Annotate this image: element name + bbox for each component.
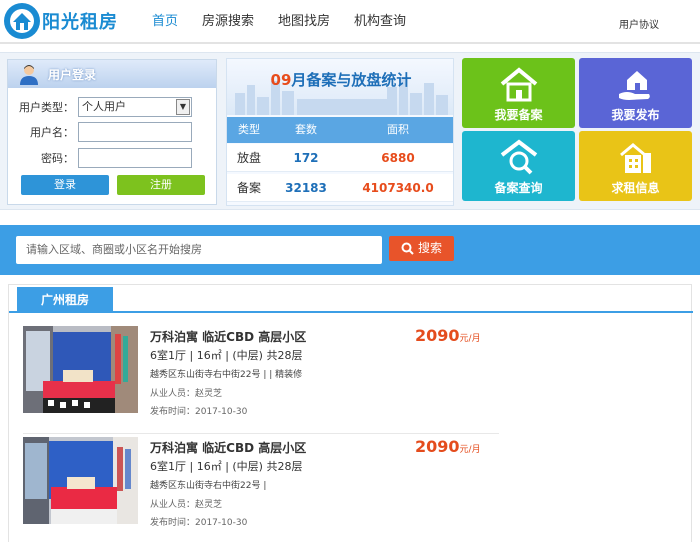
user-type-value: 个人用户 bbox=[82, 100, 126, 113]
city-tab-bar: 广州租房 bbox=[9, 285, 693, 313]
login-header: 用户登录 bbox=[8, 60, 216, 88]
listing-item[interactable]: 万科泊寓 临近CBD 高层小区 6室1厅 | 16㎡ | (中层) 共28层 越… bbox=[23, 437, 499, 542]
statistics-title: 09月备案与放盘统计 bbox=[227, 69, 453, 90]
header-count: 套数 bbox=[295, 123, 317, 136]
price-unit: 元/月 bbox=[459, 334, 481, 344]
buildings-icon bbox=[619, 143, 651, 173]
listings-section: 广州租房 万科泊寓 临近CBD 高层小区 6室1厅 | 16㎡ | (中层) 共… bbox=[8, 284, 693, 542]
listing-address: 越秀区东山街寺右中街22号 | | 精装修 bbox=[150, 370, 303, 380]
price-unit: 元/月 bbox=[459, 445, 481, 455]
search-bar: 请输入区域、商圈或小区名开始搜房 搜索 bbox=[0, 225, 700, 275]
listing-title[interactable]: 万科泊寓 临近CBD 高层小区 bbox=[150, 328, 306, 345]
password-label: 密码： bbox=[41, 152, 74, 165]
filing-query-tile[interactable]: 备案查询 bbox=[462, 131, 575, 201]
user-type-select[interactable]: 个人用户 ▼ bbox=[78, 97, 192, 117]
listing-layout: 6室1厅 | 16㎡ | (中层) 共28层 bbox=[150, 349, 303, 362]
listing-address: 越秀区东山街寺右中街22号 | bbox=[150, 481, 267, 491]
price-value: 2090 bbox=[415, 437, 460, 456]
nav-house-search[interactable]: 房源搜索 bbox=[190, 0, 266, 44]
logo-text: 阳光租房 bbox=[42, 12, 118, 33]
main-nav: 首页 房源搜索 地图找房 机构查询 bbox=[140, 0, 418, 44]
tile-label: 求租信息 bbox=[611, 181, 660, 195]
statistics-panel: 09月备案与放盘统计 类型 套数 面积 放盘 172 6880 备案 32183… bbox=[226, 58, 454, 206]
listing-layout: 6室1厅 | 16㎡ | (中层) 共28层 bbox=[150, 460, 303, 473]
listing-price: 2090元/月 bbox=[415, 437, 481, 456]
listing-agent: 从业人员：赵灵芝 bbox=[150, 500, 223, 510]
row-type: 备案 bbox=[236, 181, 261, 195]
username-input[interactable] bbox=[78, 122, 192, 142]
rent-request-tile[interactable]: 求租信息 bbox=[579, 131, 692, 201]
header-area: 面积 bbox=[387, 123, 409, 136]
house-search-icon bbox=[500, 139, 537, 175]
username-label: 用户名： bbox=[30, 126, 74, 139]
row-area: 6880 bbox=[381, 151, 415, 165]
login-button[interactable]: 登录 bbox=[21, 175, 109, 195]
row-area: 4107340.0 bbox=[362, 181, 434, 195]
listing-title[interactable]: 万科泊寓 临近CBD 高层小区 bbox=[150, 439, 306, 456]
listing-price: 2090元/月 bbox=[415, 326, 481, 345]
house-icon bbox=[500, 67, 537, 102]
chevron-down-icon[interactable]: ▼ bbox=[176, 99, 190, 115]
row-count: 172 bbox=[293, 151, 319, 165]
hand-house-icon bbox=[618, 71, 650, 100]
statistics-row: 备案 32183 4107340.0 bbox=[227, 174, 453, 202]
tile-label: 备案查询 bbox=[494, 181, 543, 195]
statistics-month: 09 bbox=[270, 71, 292, 89]
listing-photo[interactable] bbox=[23, 326, 138, 413]
statistics-header-row: 类型 套数 面积 bbox=[227, 117, 453, 143]
password-row: 密码： bbox=[8, 148, 218, 168]
listing-date: 发布时间：2017-10-30 bbox=[150, 518, 248, 528]
user-avatar-icon bbox=[20, 65, 38, 85]
tile-label: 我要发布 bbox=[611, 108, 660, 122]
listing-agent: 从业人员：赵灵芝 bbox=[150, 389, 223, 399]
row-type: 放盘 bbox=[236, 151, 261, 165]
register-button[interactable]: 注册 bbox=[117, 175, 205, 195]
password-input[interactable] bbox=[78, 148, 192, 168]
price-value: 2090 bbox=[415, 326, 460, 345]
search-input[interactable]: 请输入区域、商圈或小区名开始搜房 bbox=[16, 236, 382, 264]
nav-map-search[interactable]: 地图找房 bbox=[266, 0, 342, 44]
publish-listing-tile[interactable]: 我要发布 bbox=[579, 58, 692, 128]
header-type: 类型 bbox=[238, 123, 260, 136]
login-panel: 用户登录 用户类型： 个人用户 ▼ 用户名： 密码： 登录 注册 bbox=[7, 59, 217, 205]
register-filing-tile[interactable]: 我要备案 bbox=[462, 58, 575, 128]
tile-label: 我要备案 bbox=[494, 108, 543, 122]
search-button[interactable]: 搜索 bbox=[389, 236, 454, 261]
nav-home[interactable]: 首页 bbox=[140, 0, 190, 44]
user-type-row: 用户类型： 个人用户 ▼ bbox=[8, 97, 218, 117]
user-type-label: 用户类型： bbox=[19, 101, 74, 114]
listing-photo[interactable] bbox=[23, 437, 138, 524]
user-agreement-link[interactable]: 用户协议 bbox=[619, 16, 659, 31]
site-header: 阳光租房 首页 房源搜索 地图找房 机构查询 用户协议 bbox=[0, 0, 700, 44]
house-logo-icon bbox=[4, 3, 40, 39]
username-row: 用户名： bbox=[8, 122, 218, 142]
nav-agency-query[interactable]: 机构查询 bbox=[342, 0, 418, 44]
search-button-label: 搜索 bbox=[417, 241, 442, 255]
statistics-row: 放盘 172 6880 bbox=[227, 144, 453, 172]
statistics-title-text: 月备案与放盘统计 bbox=[291, 71, 412, 89]
row-count: 32183 bbox=[285, 181, 327, 195]
search-icon bbox=[401, 242, 414, 255]
login-title: 用户登录 bbox=[48, 67, 97, 82]
top-panel: 用户登录 用户类型： 个人用户 ▼ 用户名： 密码： 登录 注册 09月备案与放… bbox=[0, 52, 700, 210]
listing-date: 发布时间：2017-10-30 bbox=[150, 407, 248, 417]
listing-item[interactable]: 万科泊寓 临近CBD 高层小区 6室1厅 | 16㎡ | (中层) 共28层 越… bbox=[23, 326, 499, 434]
tab-guangzhou-rent[interactable]: 广州租房 bbox=[17, 287, 113, 313]
site-logo[interactable]: 阳光租房 bbox=[4, 3, 118, 39]
